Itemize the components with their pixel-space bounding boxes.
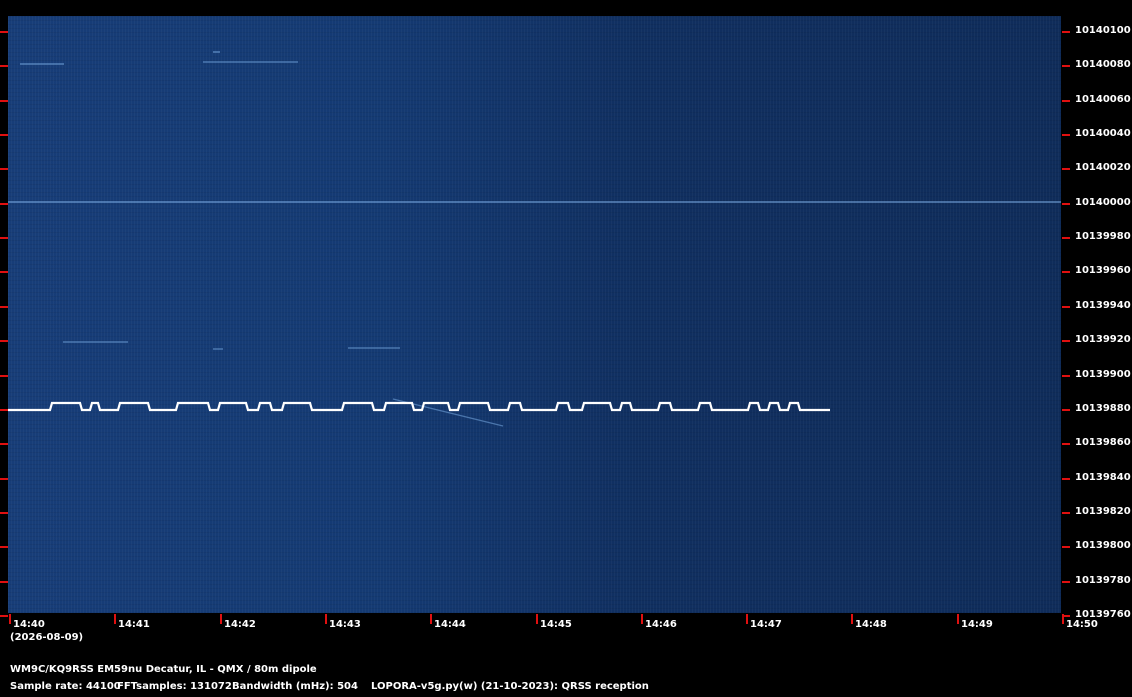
freq-tick-left [0,340,8,342]
freq-tick-right [1062,65,1070,67]
time-tick [957,614,959,624]
time-tick [536,614,538,624]
freq-tick-label: 10139780 [1075,575,1131,586]
freq-tick-left [0,31,8,33]
freq-tick-label: 10140080 [1075,59,1131,70]
time-tick [746,614,748,624]
freq-tick-label: 10139840 [1075,472,1131,483]
freq-tick-left [0,546,8,548]
freq-tick-label: 10139860 [1075,437,1131,448]
freq-tick-left [0,134,8,136]
freq-tick-left [0,478,8,480]
freq-tick-left [0,100,8,102]
time-tick [9,614,11,624]
freq-tick-right [1062,271,1070,273]
time-tick-label: 14:49 [961,619,993,630]
freq-tick-label: 10139800 [1075,540,1131,551]
freq-tick-right [1062,478,1070,480]
freq-tick-right [1062,168,1070,170]
time-tick-label: 14:40 [13,619,45,630]
freq-tick-right [1062,306,1070,308]
freq-tick-right [1062,443,1070,445]
freq-tick-left [0,409,8,411]
freq-tick-right [1062,203,1070,205]
time-tick [430,614,432,624]
freq-tick-right [1062,237,1070,239]
freq-tick-left [0,237,8,239]
signal-traces [8,51,1061,427]
time-tick-label: 14:45 [540,619,572,630]
freq-tick-right [1062,546,1070,548]
time-tick [325,614,327,624]
freq-tick-right [1062,375,1070,377]
freq-tick-right [1062,409,1070,411]
freq-tick-left [0,443,8,445]
freq-tick-right [1062,100,1070,102]
station-info: WM9C/KQ9RSS EM59nu Decatur, IL - QMX / 8… [10,664,317,675]
bandwidth: Bandwidth (mHz): 504 [232,681,358,692]
freq-tick-left [0,65,8,67]
time-tick [851,614,853,624]
freq-tick-label: 10140020 [1075,162,1131,173]
spectrogram-waterfall [8,16,1061,613]
freq-tick-right [1062,581,1070,583]
freq-tick-label: 10140060 [1075,94,1131,105]
freq-tick-label: 10139880 [1075,403,1131,414]
freq-tick-label: 10140040 [1075,128,1131,139]
freq-tick-left [0,581,8,583]
freq-tick-label: 10139820 [1075,506,1131,517]
freq-tick-right [1062,340,1070,342]
time-tick-label: 14:43 [329,619,361,630]
freq-tick-left [0,375,8,377]
freq-tick-label: 10139940 [1075,300,1131,311]
time-tick-label: 14:44 [434,619,466,630]
freq-tick-left [0,615,8,617]
freq-tick-label: 10140000 [1075,197,1131,208]
freq-tick-label: 10139980 [1075,231,1131,242]
time-tick-label: 14:41 [118,619,150,630]
freq-tick-label: 10139900 [1075,369,1131,380]
time-tick-label: 14:46 [645,619,677,630]
freq-tick-label: 10139960 [1075,265,1131,276]
sample-rate: Sample rate: 44100 [10,681,121,692]
freq-tick-right [1062,512,1070,514]
freq-tick-right [1062,134,1070,136]
date-label: (2026-08-09) [10,632,84,643]
time-tick-label: 14:47 [750,619,782,630]
fft-samples: FFTsamples: 131072 [117,681,232,692]
freq-tick-label: 10140100 [1075,25,1131,36]
freq-tick-left [0,271,8,273]
freq-tick-left [0,203,8,205]
time-tick [220,614,222,624]
time-tick [114,614,116,624]
freq-tick-left [0,306,8,308]
freq-tick-right [1062,31,1070,33]
time-tick-label: 14:48 [855,619,887,630]
software-info: LOPORA-v5g.py(w) (21-10-2023): QRSS rece… [371,681,649,692]
time-tick [1062,614,1064,624]
time-tick-label: 14:42 [224,619,256,630]
time-tick [641,614,643,624]
time-tick-label: 14:50 [1066,619,1098,630]
freq-tick-label: 10139920 [1075,334,1131,345]
freq-tick-left [0,512,8,514]
freq-tick-left [0,168,8,170]
